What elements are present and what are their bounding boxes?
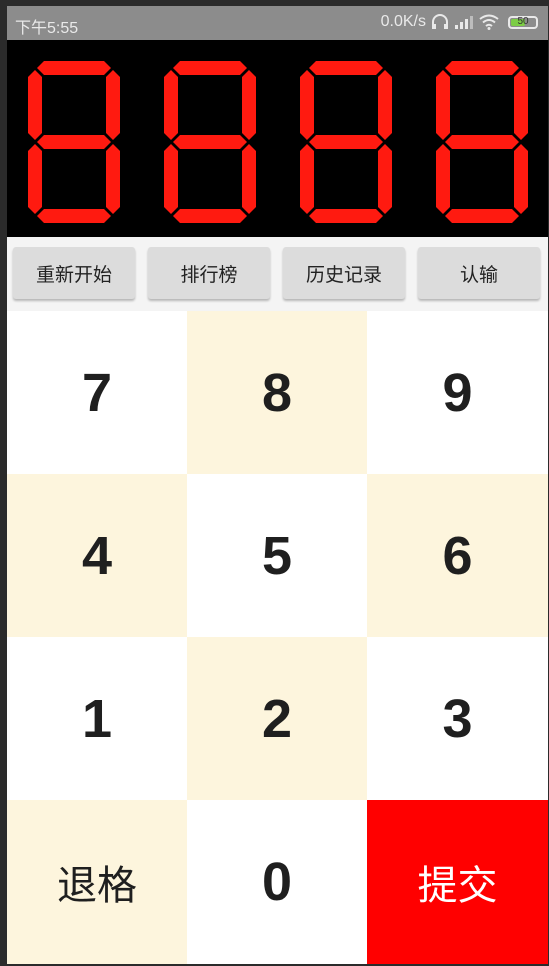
digit-3-segment-g [309, 135, 383, 149]
leaderboard-button[interactable]: 排行榜 [148, 247, 270, 299]
status-bar: 下午5:55 0.0K/s 50 [7, 6, 548, 40]
digit-1-segment-g [37, 135, 111, 149]
digit-2-segment-a [173, 61, 247, 75]
digit-1-segment-f [28, 70, 42, 140]
battery-icon: 50 [508, 15, 538, 29]
digit-3-segment-e [300, 144, 314, 214]
digit-display-svg [28, 61, 528, 223]
seven-segment-display [7, 40, 548, 237]
digit-3-segment-b [378, 70, 392, 140]
digit-1-segment-c [106, 144, 120, 214]
key-7[interactable]: 7 [7, 311, 187, 474]
action-toolbar: 重新开始 排行榜 历史记录 认输 [7, 237, 548, 311]
status-time: 下午5:55 [15, 20, 79, 37]
wifi-icon [479, 14, 499, 30]
key-0[interactable]: 0 [187, 800, 367, 964]
digit-3-segment-f [300, 70, 314, 140]
digit-2-segment-b [242, 70, 256, 140]
digit-4-segment-f [436, 70, 450, 140]
digit-4-segment-b [514, 70, 528, 140]
key-6[interactable]: 6 [367, 474, 548, 637]
digit-3-segment-c [378, 144, 392, 214]
history-button[interactable]: 历史记录 [283, 247, 405, 299]
key-3[interactable]: 3 [367, 637, 548, 800]
digit-1-segment-a [37, 61, 111, 75]
digit-2-segment-g [173, 135, 247, 149]
key-9[interactable]: 9 [367, 311, 548, 474]
restart-button[interactable]: 重新开始 [13, 247, 135, 299]
digit-4-segment-d [445, 209, 519, 223]
app-screen: 下午5:55 0.0K/s 50 重新开始 排行榜 历史记录 认输 7 8 9 … [7, 6, 548, 964]
signal-icon [454, 15, 474, 29]
digit-2-segment-d [173, 209, 247, 223]
backspace-button[interactable]: 退格 [7, 800, 187, 964]
battery-level: 50 [517, 15, 529, 27]
digit-3-segment-a [309, 61, 383, 75]
key-8[interactable]: 8 [187, 311, 367, 474]
digit-4-segment-c [514, 144, 528, 214]
key-1[interactable]: 1 [7, 637, 187, 800]
key-2[interactable]: 2 [187, 637, 367, 800]
digit-2-segment-f [164, 70, 178, 140]
key-5[interactable]: 5 [187, 474, 367, 637]
digit-2-segment-c [242, 144, 256, 214]
digit-4-segment-e [436, 144, 450, 214]
digit-4-segment-g [445, 135, 519, 149]
status-icons: 0.0K/s 50 [381, 13, 538, 31]
digit-1-segment-d [37, 209, 111, 223]
submit-button[interactable]: 提交 [367, 800, 548, 964]
network-speed: 0.0K/s [380, 13, 426, 30]
key-4[interactable]: 4 [7, 474, 187, 637]
digit-3-segment-d [309, 209, 383, 223]
digit-2-segment-e [164, 144, 178, 214]
headset-icon [431, 14, 449, 30]
digit-4-segment-a [445, 61, 519, 75]
number-keypad: 7 8 9 4 5 6 1 2 3 退格 0 提交 [7, 311, 548, 964]
digit-1-segment-b [106, 70, 120, 140]
digit-1-segment-e [28, 144, 42, 214]
give-up-button[interactable]: 认输 [418, 247, 540, 299]
